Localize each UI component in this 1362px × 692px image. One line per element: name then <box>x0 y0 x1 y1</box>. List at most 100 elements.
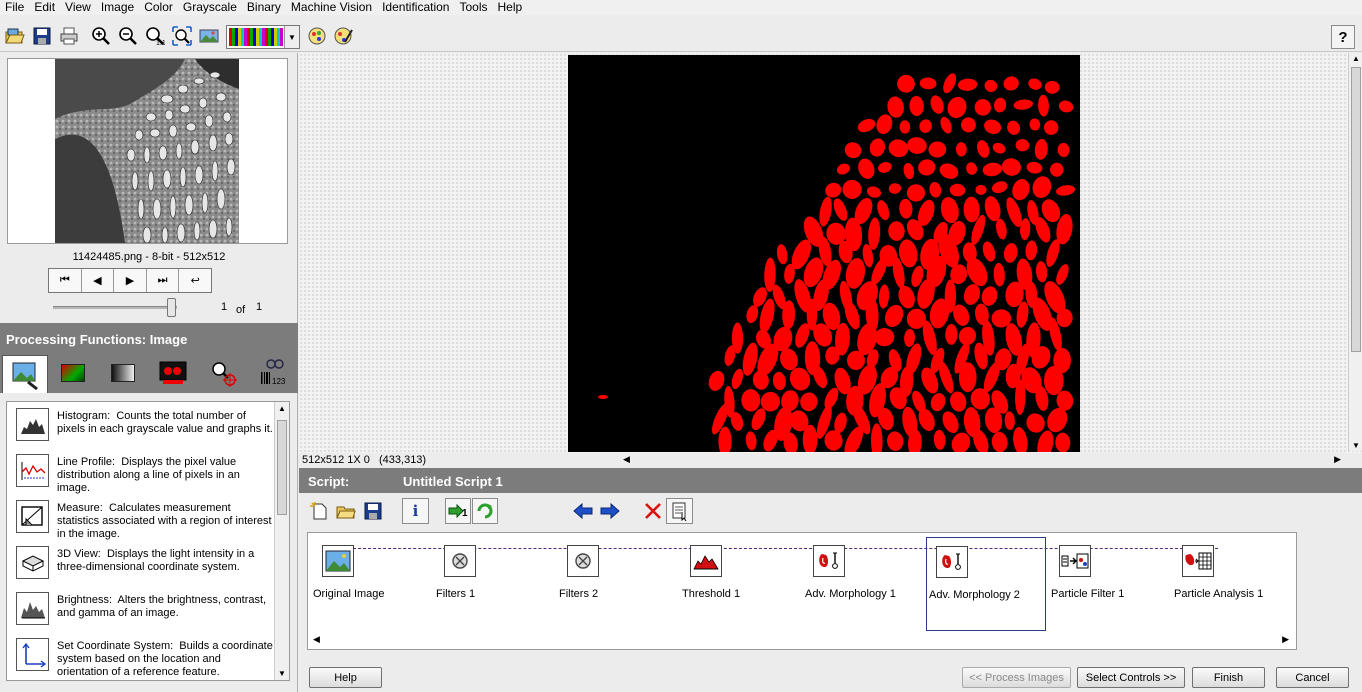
script-step-original-image[interactable]: Original Image <box>313 537 433 629</box>
process-images-button[interactable]: << Process Images <box>962 667 1071 688</box>
image-browser[interactable] <box>7 58 288 244</box>
script-step-filters-1[interactable]: Filters 1 <box>436 537 556 629</box>
return-icon[interactable]: ↩ <box>179 269 211 292</box>
particle-blob <box>933 429 946 450</box>
particle-blob <box>1028 78 1042 90</box>
first-image-button[interactable]: ⏮ <box>49 269 82 292</box>
image-tab-icon[interactable] <box>2 355 48 393</box>
zoom-fit-icon[interactable] <box>170 24 194 48</box>
zoom-1to1-icon[interactable]: 1:1 <box>143 24 167 48</box>
particle-blob <box>929 181 942 198</box>
grayscale-tab-icon[interactable] <box>100 355 146 391</box>
list-item[interactable]: 3D View: Displays the light intensity in… <box>7 546 277 590</box>
script-step-adv-morphology-1[interactable]: Adv. Morphology 1 <box>805 537 925 629</box>
menu-bar: File Edit View Image Color Grayscale Bin… <box>0 0 1362 15</box>
script-step-particle-filter-1[interactable]: Particle Filter 1 <box>1051 537 1171 629</box>
step-label: Threshold 1 <box>682 588 741 600</box>
menu-binary[interactable]: Binary <box>242 0 286 15</box>
menu-identification[interactable]: Identification <box>377 0 454 15</box>
scroll-left-icon[interactable]: ◀ <box>623 454 630 465</box>
list-item[interactable]: Brightness: Alters the brightness, contr… <box>7 592 277 636</box>
previous-image-button[interactable]: ◀ <box>82 269 115 292</box>
menu-help[interactable]: Help <box>493 0 528 15</box>
palette-selector[interactable]: ▼ <box>226 25 300 49</box>
script-step-adv-morphology-2[interactable]: Adv. Morphology 2 <box>926 537 1046 631</box>
scroll-down-icon[interactable]: ▼ <box>1352 441 1360 450</box>
image-thumbnail[interactable] <box>55 59 239 243</box>
delete-step-icon[interactable] <box>639 498 666 524</box>
save-image-icon[interactable] <box>30 24 54 48</box>
binary-tab-icon[interactable] <box>150 355 196 391</box>
menu-image[interactable]: Image <box>96 0 139 15</box>
particle-blob <box>746 305 759 324</box>
menu-color[interactable]: Color <box>139 0 178 15</box>
image-view-icon[interactable] <box>197 24 221 48</box>
particle-blob <box>982 162 1003 177</box>
new-script-icon[interactable] <box>305 498 332 524</box>
processed-image[interactable] <box>568 55 1080 452</box>
scrollbar-thumb[interactable] <box>277 420 287 515</box>
scroll-up-icon[interactable]: ▲ <box>1352 54 1360 63</box>
function-list-scrollbar[interactable]: ▲ ▼ <box>274 402 289 680</box>
script-step-particle-analysis-1[interactable]: Particle Analysis 1 <box>1174 537 1294 629</box>
particle-blob <box>825 182 842 198</box>
step-properties-icon[interactable] <box>666 498 693 524</box>
particle-blob <box>947 96 967 119</box>
run-loop-icon[interactable] <box>472 498 498 524</box>
menu-tools[interactable]: Tools <box>454 0 492 15</box>
particle-blob <box>887 431 904 451</box>
list-item[interactable]: Line Profile: Displays the pixel value d… <box>7 454 277 498</box>
script-step-threshold-1[interactable]: Threshold 1 <box>682 537 802 629</box>
image-slider-track[interactable] <box>53 306 177 309</box>
image-display-area[interactable]: ▲ ▼ <box>299 53 1362 453</box>
script-run-icon[interactable] <box>305 24 329 48</box>
scroll-right-icon[interactable]: ▶ <box>1282 634 1289 645</box>
last-image-button[interactable]: ⏭ <box>147 269 180 292</box>
image-horizontal-scrollbar[interactable]: ◀ ▶ <box>623 454 1341 466</box>
menu-machine-vision[interactable]: Machine Vision <box>286 0 377 15</box>
save-script-icon[interactable] <box>359 498 386 524</box>
scroll-left-icon[interactable]: ◀ <box>313 634 320 645</box>
script-horizontal-scrollbar[interactable]: ◀ ▶ <box>310 634 1294 647</box>
move-left-icon[interactable] <box>569 498 596 524</box>
zoom-out-icon[interactable] <box>116 24 140 48</box>
script-edit-icon[interactable] <box>332 24 356 48</box>
list-item[interactable]: Measure: Calculates measurement statisti… <box>7 500 277 544</box>
menu-edit[interactable]: Edit <box>29 0 60 15</box>
cancel-button[interactable]: Cancel <box>1276 667 1349 688</box>
next-image-button[interactable]: ▶ <box>114 269 147 292</box>
image-slider-thumb[interactable] <box>167 298 176 317</box>
particle-blob <box>819 196 832 227</box>
particle-blob <box>866 186 882 198</box>
finish-button[interactable]: Finish <box>1192 667 1265 688</box>
scroll-up-icon[interactable]: ▲ <box>278 404 286 413</box>
machine-vision-tab-icon[interactable] <box>200 355 246 391</box>
identification-tab-icon[interactable]: 123 <box>250 355 296 391</box>
image-navigation: ⏮ ◀ ▶ ⏭ ↩ <box>48 268 212 293</box>
list-item[interactable]: Histogram: Counts the total number of pi… <box>7 408 277 452</box>
coordinate-system-icon <box>16 638 49 671</box>
menu-file[interactable]: File <box>0 0 29 15</box>
select-controls-button[interactable]: Select Controls >> <box>1077 667 1185 688</box>
info-icon[interactable]: i <box>402 498 429 524</box>
run-once-icon[interactable]: 1 <box>445 498 471 524</box>
zoom-in-icon[interactable] <box>89 24 113 48</box>
move-right-icon[interactable] <box>596 498 623 524</box>
open-script-icon[interactable] <box>332 498 359 524</box>
list-item[interactable]: Set Coordinate System: Builds a coordina… <box>7 638 277 680</box>
menu-view[interactable]: View <box>60 0 96 15</box>
scroll-down-icon[interactable]: ▼ <box>278 669 286 678</box>
menu-grayscale[interactable]: Grayscale <box>178 0 242 15</box>
help-icon[interactable]: ? <box>1331 25 1355 49</box>
print-icon[interactable] <box>57 24 81 48</box>
chevron-down-icon[interactable]: ▼ <box>284 26 299 48</box>
script-step-filters-2[interactable]: Filters 2 <box>559 537 679 629</box>
scroll-right-icon[interactable]: ▶ <box>1334 454 1341 465</box>
color-tab-icon[interactable] <box>50 355 96 391</box>
help-button[interactable]: Help <box>309 667 382 688</box>
open-image-icon[interactable] <box>3 24 27 48</box>
particle-blob <box>928 141 947 158</box>
scrollbar-thumb[interactable] <box>1351 67 1361 352</box>
image-vertical-scrollbar[interactable]: ▲ ▼ <box>1348 53 1362 451</box>
particle-blob <box>992 142 1006 154</box>
